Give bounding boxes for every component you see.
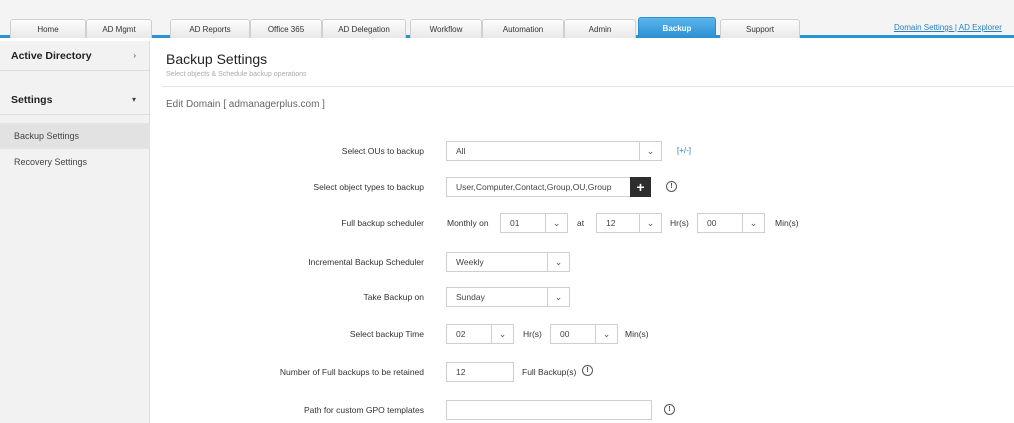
tab-ad-delegation[interactable]: AD Delegation xyxy=(322,19,406,38)
object-types-label: Select object types to backup xyxy=(313,182,424,192)
incremental-scheduler-label: Incremental Backup Scheduler xyxy=(308,257,424,267)
sidebar-section-active-directory[interactable]: Active Directory › xyxy=(0,41,150,71)
info-icon[interactable]: ! xyxy=(664,404,675,415)
take-backup-on-dropdown[interactable]: Sunday ⌄ xyxy=(446,287,570,307)
full-backup-minute-value: 00 xyxy=(707,218,717,228)
plus-icon[interactable]: + xyxy=(630,177,651,197)
select-ous-dropdown[interactable]: All ⌄ xyxy=(446,141,662,161)
take-backup-on-label: Take Backup on xyxy=(363,292,424,302)
sidebar-section-label: Active Directory xyxy=(11,49,92,62)
page-title: Backup Settings xyxy=(166,51,268,67)
page-subtitle: Select objects & Schedule backup operati… xyxy=(166,71,307,78)
tab-admin[interactable]: Admin xyxy=(564,19,636,38)
at-label: at xyxy=(577,218,585,228)
chevron-down-icon: ⌄ xyxy=(545,214,567,232)
hours-label: Hr(s) xyxy=(670,218,689,228)
full-backups-suffix: Full Backup(s) xyxy=(522,367,577,377)
sidebar-item-backup-settings[interactable]: Backup Settings xyxy=(0,123,150,149)
retained-backups-label: Number of Full backups to be retained xyxy=(279,367,424,377)
minutes-label: Min(s) xyxy=(625,329,649,339)
sidebar-section-settings[interactable]: Settings ▾ xyxy=(0,85,150,115)
tab-workflow[interactable]: Workflow xyxy=(410,19,482,38)
chevron-down-icon: ⌄ xyxy=(742,214,764,232)
chevron-down-icon: ⌄ xyxy=(547,253,569,271)
chevron-down-icon: ⌄ xyxy=(639,214,661,232)
chevron-right-icon: › xyxy=(133,51,136,60)
backup-time-minute-dropdown[interactable]: 00 ⌄ xyxy=(550,324,618,344)
tab-home[interactable]: Home xyxy=(10,19,86,38)
backup-time-minute-value: 00 xyxy=(560,329,570,339)
chevron-down-icon: ⌄ xyxy=(547,288,569,306)
incremental-scheduler-dropdown[interactable]: Weekly ⌄ xyxy=(446,252,570,272)
tab-ad-reports[interactable]: AD Reports xyxy=(170,19,250,38)
divider xyxy=(162,86,1014,87)
ou-expand-toggle[interactable]: [+/-] xyxy=(677,146,691,155)
object-types-field[interactable]: User,Computer,Contact,Group,OU,Group xyxy=(446,177,631,197)
minutes-label: Min(s) xyxy=(775,218,799,228)
info-icon[interactable]: ! xyxy=(582,365,593,376)
info-icon[interactable]: ! xyxy=(666,181,677,192)
tab-office-365[interactable]: Office 365 xyxy=(250,19,322,38)
full-backup-minute-dropdown[interactable]: 00 ⌄ xyxy=(697,213,765,233)
hours-label: Hr(s) xyxy=(523,329,542,339)
tab-backup[interactable]: Backup xyxy=(638,17,716,38)
sidebar-section-label: Settings xyxy=(11,93,53,106)
backup-time-label: Select backup Time xyxy=(349,329,424,339)
sidebar-item-recovery-settings[interactable]: Recovery Settings xyxy=(0,149,150,175)
take-backup-on-value: Sunday xyxy=(456,292,485,302)
full-backup-day-value: 01 xyxy=(510,218,520,228)
retained-backups-value: 12 xyxy=(456,367,466,377)
object-types-value: User,Computer,Contact,Group,OU,Group xyxy=(456,182,612,192)
gpo-path-input[interactable] xyxy=(446,400,652,420)
chevron-down-icon: ⌄ xyxy=(491,325,513,343)
backup-time-hour-dropdown[interactable]: 02 ⌄ xyxy=(446,324,514,344)
top-links[interactable]: Domain Settings | AD Explorer xyxy=(894,23,1014,32)
full-backup-scheduler-label: Full backup scheduler xyxy=(341,218,424,228)
full-backup-day-dropdown[interactable]: 01 ⌄ xyxy=(500,213,568,233)
select-ous-label: Select OUs to backup xyxy=(341,146,424,156)
full-backup-hour-value: 12 xyxy=(606,218,616,228)
retained-backups-input[interactable]: 12 xyxy=(446,362,514,382)
incremental-scheduler-value: Weekly xyxy=(456,257,484,267)
backup-time-hour-value: 02 xyxy=(456,329,466,339)
sidebar: Active Directory › Settings ▾ Backup Set… xyxy=(0,41,150,423)
tab-support[interactable]: Support xyxy=(720,19,800,38)
tab-ad-mgmt[interactable]: AD Mgmt xyxy=(86,19,152,38)
top-navigation-bar: Home AD Mgmt AD Reports Office 365 AD De… xyxy=(0,0,1014,38)
chevron-down-icon: ⌄ xyxy=(595,325,617,343)
full-backup-hour-dropdown[interactable]: 12 ⌄ xyxy=(596,213,662,233)
domain-settings-link[interactable]: Domain Settings | AD Explorer xyxy=(894,23,1002,32)
chevron-down-icon: ⌄ xyxy=(639,142,661,160)
select-ous-value: All xyxy=(456,146,466,156)
gpo-path-label: Path for custom GPO templates xyxy=(304,405,424,415)
edit-domain-heading: Edit Domain [ admanagerplus.com ] xyxy=(166,99,325,110)
chevron-down-icon: ▾ xyxy=(131,95,136,104)
tab-automation[interactable]: Automation xyxy=(482,19,564,38)
monthly-on-label: Monthly on xyxy=(447,218,489,228)
